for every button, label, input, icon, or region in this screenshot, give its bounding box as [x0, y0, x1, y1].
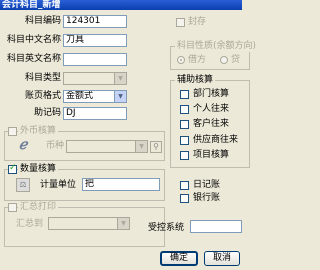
- control-input[interactable]: [190, 220, 242, 233]
- credit-radio[interactable]: [220, 56, 228, 64]
- debit-radio[interactable]: [177, 56, 185, 64]
- aux-customer-checkbox[interactable]: [180, 120, 189, 129]
- unit-icon: ⚖: [16, 178, 30, 192]
- format-select[interactable]: 金额式 ▼: [63, 90, 127, 103]
- ok-button[interactable]: 确定: [160, 251, 198, 266]
- code-input[interactable]: 124301: [63, 15, 127, 28]
- debit-label: 借方: [188, 55, 207, 65]
- currency-select[interactable]: ▼: [66, 140, 148, 153]
- chevron-down-icon[interactable]: ▼: [135, 141, 147, 152]
- summary-group-title: 汇总打印: [18, 202, 59, 213]
- en-name-label: 科目英文名称: [6, 54, 61, 64]
- sealed-label: 封存: [188, 17, 207, 27]
- aux-supplier-label: 供应商往来: [193, 135, 239, 145]
- aux-dept-checkbox[interactable]: [180, 90, 189, 99]
- type-select[interactable]: ▼: [63, 72, 127, 85]
- quantity-group-title: 数量核算: [18, 164, 59, 175]
- sealed-checkbox[interactable]: [176, 18, 185, 27]
- aux-project-label: 项目核算: [193, 150, 230, 160]
- chevron-down-icon[interactable]: ▼: [114, 91, 126, 102]
- currency-e-icon: ℯ: [18, 137, 28, 153]
- summary-to-label: 汇总到: [16, 219, 44, 229]
- journal-checkbox[interactable]: [180, 181, 189, 190]
- chevron-down-icon[interactable]: ▼: [114, 73, 126, 84]
- currency-label: 币种: [46, 141, 65, 151]
- bank-checkbox[interactable]: [180, 194, 189, 203]
- window-title: 会计科目_新增: [2, 0, 61, 10]
- search-icon[interactable]: ⚲: [150, 141, 162, 153]
- format-value: 金额式: [66, 91, 94, 101]
- aux-customer-label: 客户往来: [193, 119, 230, 129]
- type-label: 科目类型: [24, 73, 61, 83]
- summary-checkbox[interactable]: [8, 203, 17, 212]
- aux-person-label: 个人往来: [193, 104, 230, 114]
- aux-group-title: 辅助核算: [175, 75, 216, 86]
- unit-input[interactable]: 把: [82, 178, 160, 191]
- en-name-input[interactable]: [63, 53, 127, 66]
- code-label: 科目编码: [24, 16, 61, 26]
- quantity-checkbox[interactable]: [8, 163, 17, 174]
- credit-label: 贷: [231, 55, 241, 65]
- aux-person-checkbox[interactable]: [180, 105, 189, 114]
- chevron-down-icon[interactable]: ▼: [117, 218, 129, 229]
- control-label: 受控系统: [148, 223, 185, 233]
- format-label: 账页格式: [24, 91, 61, 101]
- unit-label: 计量单位: [40, 180, 77, 190]
- aux-supplier-checkbox[interactable]: [180, 136, 189, 145]
- title-bar: 会计科目_新增: [0, 0, 242, 10]
- mnemonic-label: 助记码: [33, 108, 61, 118]
- summary-to-select[interactable]: ▼: [48, 217, 130, 230]
- aux-dept-label: 部门核算: [193, 89, 230, 99]
- cancel-button[interactable]: 取消: [204, 251, 240, 266]
- foreign-group-title: 外币核算: [18, 126, 59, 137]
- cn-name-input[interactable]: 刀具: [63, 34, 127, 47]
- nature-group-title: 科目性质(余额方向): [175, 41, 259, 52]
- aux-project-checkbox[interactable]: [180, 151, 189, 160]
- bank-label: 银行账: [193, 193, 221, 203]
- journal-label: 日记账: [193, 180, 221, 190]
- mnemonic-input[interactable]: DJ: [63, 107, 127, 120]
- cn-name-label: 科目中文名称: [6, 35, 61, 45]
- foreign-checkbox[interactable]: [8, 127, 17, 136]
